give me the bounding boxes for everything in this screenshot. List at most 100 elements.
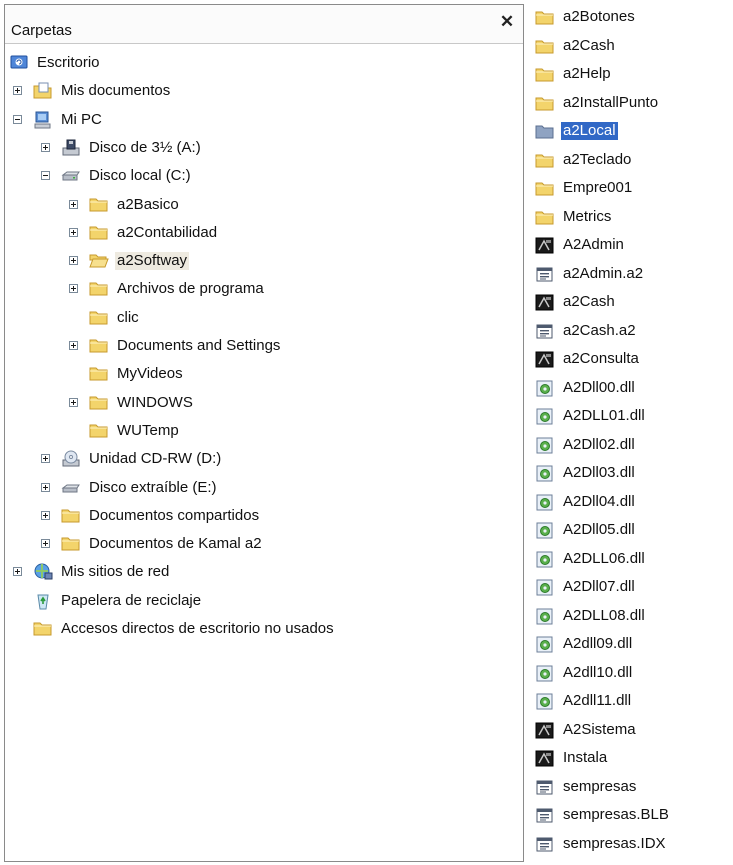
file-item[interactable]: a2Botones xyxy=(527,4,727,30)
file-item[interactable]: a2InstallPunto xyxy=(527,90,727,116)
tree-item[interactable]: a2Contabilidad xyxy=(5,221,523,245)
file-item[interactable]: A2DLL06.dll xyxy=(527,546,727,572)
tree-item[interactable]: Accesos directos de escritorio no usados xyxy=(5,617,523,641)
tree-item[interactable]: Archivos de programa xyxy=(5,277,523,301)
tree-item[interactable]: Disco local (C:) xyxy=(5,164,523,188)
file-item[interactable]: sempresas xyxy=(527,774,727,800)
tree-item[interactable]: Mi PC xyxy=(5,108,523,132)
collapse-icon[interactable] xyxy=(13,114,22,124)
file-item[interactable]: A2Dll03.dll xyxy=(527,460,727,486)
file-item-label: Empre001 xyxy=(563,179,633,196)
tree-item[interactable]: MyVideos xyxy=(5,362,523,386)
expand-icon[interactable] xyxy=(13,567,22,577)
tree-item-label: Documents and Settings xyxy=(117,337,281,354)
tree-item[interactable]: clic xyxy=(5,306,523,330)
tree-item[interactable]: a2Basico xyxy=(5,193,523,217)
file-item-label: A2Dll04.dll xyxy=(563,492,635,510)
tree-item[interactable]: Escritorio xyxy=(5,51,523,75)
folders-pane-title: Carpetas xyxy=(11,22,72,39)
file-item[interactable]: a2Help xyxy=(527,61,727,87)
file-item[interactable]: A2DLL01.dll xyxy=(527,403,727,429)
file-item[interactable]: A2dll09.dll xyxy=(527,631,727,657)
expand-icon[interactable] xyxy=(69,341,78,350)
file-list: a2Botones a2Cash a2Help a2InstallPunto a2Loc… xyxy=(527,0,733,865)
file-item[interactable]: sempresas.IDX xyxy=(527,831,727,857)
tree-item[interactable]: Mis documentos xyxy=(5,79,523,103)
file-item[interactable]: A2dll10.dll xyxy=(527,660,727,686)
folders-pane-header: Carpetas ✕ xyxy=(5,5,523,44)
expand-icon[interactable] xyxy=(41,539,50,549)
hard-drive-icon xyxy=(61,167,81,185)
tree-item[interactable]: WINDOWS xyxy=(5,391,523,415)
tree-item[interactable]: Documents and Settings xyxy=(5,334,523,358)
expand-icon[interactable] xyxy=(69,256,78,266)
expand-icon[interactable] xyxy=(69,397,78,407)
file-item[interactable]: a2Admin.a2 xyxy=(527,261,727,287)
file-item[interactable]: Instala xyxy=(527,745,727,771)
removable-drive-icon xyxy=(61,479,81,497)
file-item[interactable]: A2Dll02.dll xyxy=(527,432,727,458)
file-item-label: A2dll11.dll xyxy=(563,692,632,709)
file-item[interactable]: a2Local xyxy=(527,118,727,144)
tree-item-label: Escritorio xyxy=(37,54,100,71)
file-item[interactable]: A2Dll04.dll xyxy=(527,489,727,515)
file-item[interactable]: A2dll11.dll xyxy=(527,688,727,714)
expand-icon[interactable] xyxy=(41,510,50,520)
tree-item-label: Archivos de programa xyxy=(117,280,264,298)
expand-icon[interactable] xyxy=(69,227,78,237)
file-item[interactable]: a2Cash.a2 xyxy=(527,318,727,344)
file-item[interactable]: Metrics xyxy=(527,204,727,230)
file-item-label: A2dll09.dll xyxy=(563,635,633,652)
file-item[interactable]: A2Dll00.dll xyxy=(527,375,727,401)
my-documents-icon xyxy=(33,82,53,100)
file-item-label: A2DLL08.dll xyxy=(563,606,645,624)
network-places-icon xyxy=(33,563,53,581)
tree-item[interactable]: Documentos compartidos xyxy=(5,504,523,528)
expand-icon[interactable] xyxy=(69,284,78,294)
tree-item[interactable]: Documentos de Kamal a2 xyxy=(5,532,523,556)
tree-item[interactable]: Mis sitios de red xyxy=(5,560,523,584)
file-item[interactable]: a2Consulta xyxy=(527,346,727,372)
folder-icon xyxy=(89,280,109,298)
file-item[interactable]: A2Sistema xyxy=(527,717,727,743)
explorer-window: Carpetas ✕ Escritorio Mis documentos Mi PC… xyxy=(0,0,733,865)
config-file-icon xyxy=(535,779,555,796)
file-item[interactable]: a2Cash xyxy=(527,289,727,315)
expand-icon[interactable] xyxy=(69,199,78,209)
collapse-icon[interactable] xyxy=(41,171,50,181)
file-item-label: sempresas.IDX xyxy=(563,834,666,852)
tree-item-label: Mi PC xyxy=(61,110,102,128)
file-item-label: a2Consulta xyxy=(563,350,639,367)
file-item[interactable]: a2Cash xyxy=(527,33,727,59)
file-item[interactable]: A2Dll07.dll xyxy=(527,574,727,600)
dll-icon xyxy=(535,579,555,596)
tree-item[interactable]: Disco de 3½ (A:) xyxy=(5,136,523,160)
file-item[interactable]: sempresas.BLB xyxy=(527,802,727,828)
file-item-label: A2Dll03.dll xyxy=(563,464,635,481)
expand-icon[interactable] xyxy=(13,86,22,96)
cd-drive-icon xyxy=(61,450,81,468)
tree-item[interactable]: Unidad CD-RW (D:) xyxy=(5,447,523,471)
file-item-label: a2Cash.a2 xyxy=(563,321,636,339)
file-item[interactable]: A2Admin xyxy=(527,232,727,258)
close-icon[interactable]: ✕ xyxy=(499,13,515,30)
tree-item[interactable]: WUTemp xyxy=(5,419,523,443)
tree-item-label: Mis documentos xyxy=(61,82,171,100)
file-item[interactable]: A2Dll05.dll xyxy=(527,517,727,543)
tree-item[interactable]: Papelera de reciclaje xyxy=(5,589,523,613)
executable-icon xyxy=(535,722,555,739)
file-item[interactable]: a2Teclado xyxy=(527,147,727,173)
file-item-label: A2DLL01.dll xyxy=(563,407,645,424)
file-item[interactable]: A2DLL08.dll xyxy=(527,603,727,629)
tree-item-label: Papelera de reciclaje xyxy=(61,591,202,609)
file-item-label: A2Admin xyxy=(563,236,624,253)
file-item[interactable]: Empre001 xyxy=(527,175,727,201)
expand-icon[interactable] xyxy=(41,454,50,464)
tree-item[interactable]: a2Softway xyxy=(5,249,523,273)
tree-item-label: Disco de 3½ (A:) xyxy=(89,138,201,156)
tree-item[interactable]: Disco extraíble (E:) xyxy=(5,476,523,500)
expand-icon[interactable] xyxy=(41,142,50,152)
folder-tree: Escritorio Mis documentos Mi PC Disco de 3½… xyxy=(5,49,523,861)
folder-icon xyxy=(33,620,53,638)
expand-icon[interactable] xyxy=(41,482,50,492)
